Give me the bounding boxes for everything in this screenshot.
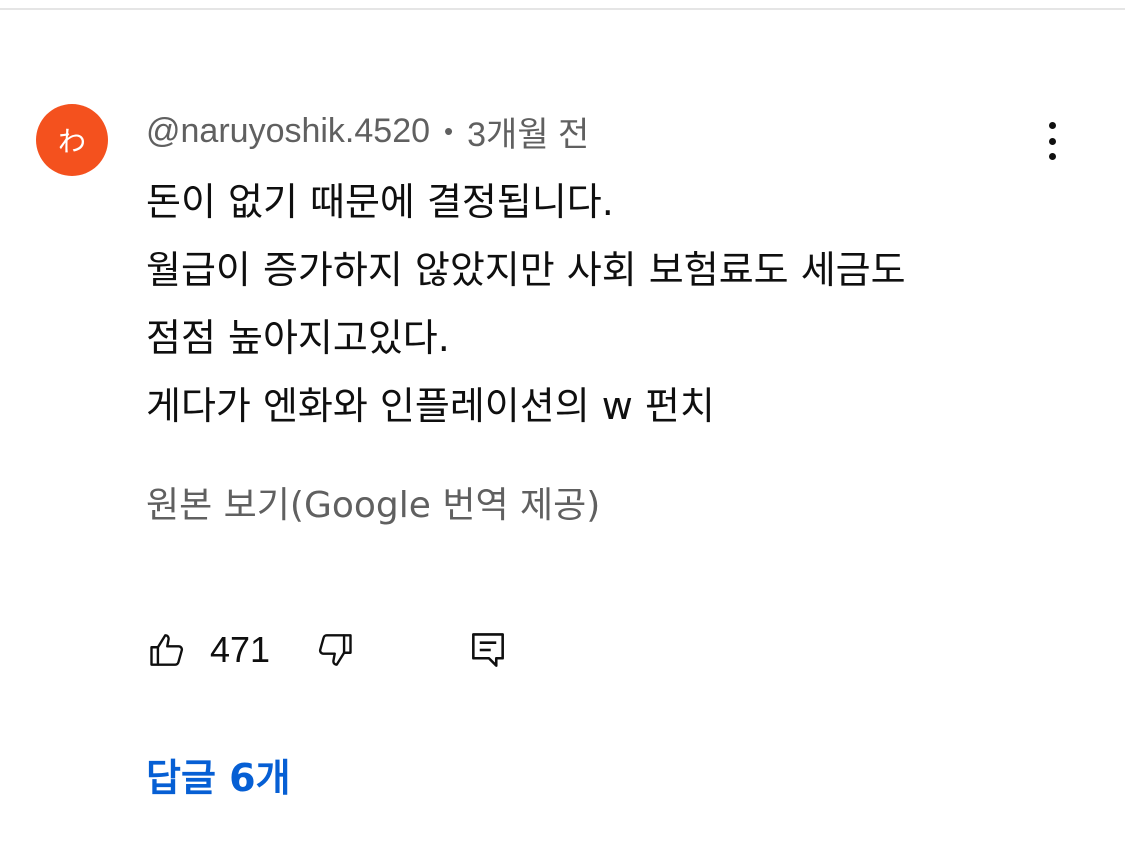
comment-body-line: 게다가 엔화와 인플레이션의 w 펀치 <box>146 384 715 428</box>
comment-reply-icon <box>472 633 505 667</box>
comment-meta: @naruyoshik.4520 • 3개월 전 <box>146 108 589 154</box>
more-options-button[interactable] <box>1032 118 1072 164</box>
comment-actions: 471 <box>146 622 510 678</box>
thumbs-up-icon <box>150 634 184 666</box>
meta-separator: • <box>444 115 454 146</box>
view-replies-link[interactable]: 답글 6개 <box>146 750 291 806</box>
reply-button[interactable] <box>466 628 510 672</box>
comment-thread: わ @naruyoshik.4520 • 3개월 전 돈이 없기 때문에 결정됩… <box>0 0 1125 851</box>
avatar[interactable]: わ <box>36 104 108 176</box>
more-vertical-icon <box>1048 122 1056 129</box>
comment-body: 돈이 없기 때문에 결정됩니다. 월급이 증가하지 않았지만 사회 보험료도 세… <box>146 168 1066 440</box>
comment-time[interactable]: 3개월 전 <box>467 107 589 156</box>
thumbs-down-icon <box>319 634 352 666</box>
avatar-letter: わ <box>57 125 86 158</box>
see-original-link[interactable]: 원본 보기(Google 번역 제공) <box>146 480 600 532</box>
like-button[interactable]: 471 <box>146 628 270 672</box>
comment-body-line: 돈이 없기 때문에 결정됩니다. <box>146 180 614 224</box>
like-count: 471 <box>210 629 271 670</box>
dislike-button[interactable] <box>312 628 356 672</box>
author-name[interactable]: @naruyoshik.4520 <box>146 112 430 151</box>
comment-body-line: 월급이 증가하지 않았지만 사회 보험료도 세금도 <box>146 248 906 292</box>
comment-body-line: 점점 높아지고있다. <box>146 316 450 360</box>
